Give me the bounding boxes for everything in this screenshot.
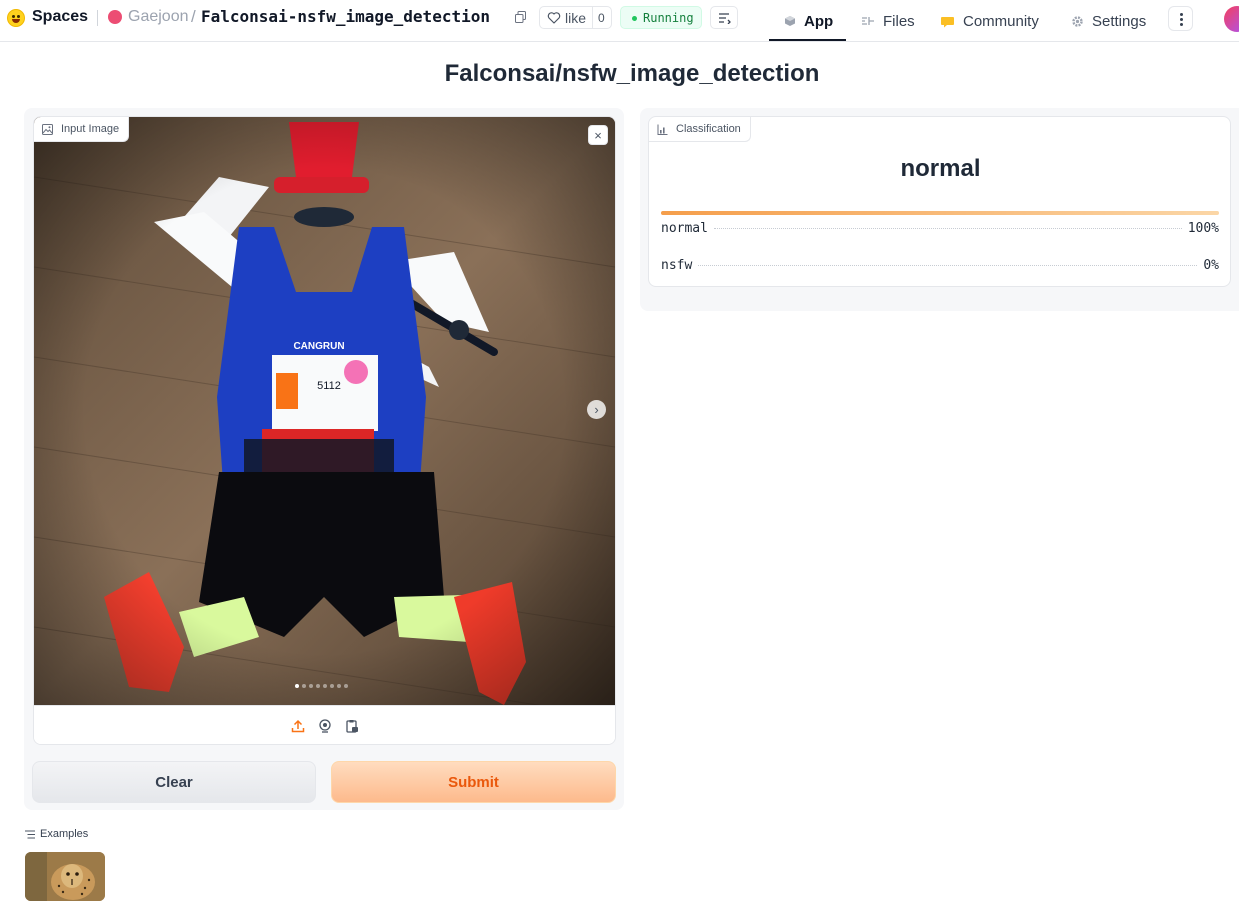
carousel-indicator — [295, 684, 348, 688]
predicted-label: normal — [900, 155, 981, 182]
like-label: like — [565, 10, 587, 26]
active-tab-indicator — [769, 39, 846, 41]
confidence-row-value: 0% — [1203, 258, 1219, 273]
clipboard-icon[interactable] — [344, 718, 359, 733]
carousel-dot[interactable] — [337, 684, 341, 688]
webcam-icon[interactable] — [317, 718, 332, 733]
carousel-dot[interactable] — [295, 684, 299, 688]
examples-label: Examples — [40, 828, 89, 840]
classification-label-text: Classification — [676, 123, 741, 135]
confidence-row-label: normal — [661, 221, 708, 236]
list-icon — [25, 830, 35, 838]
status-badge[interactable]: Running — [620, 6, 702, 29]
carousel-dot[interactable] — [316, 684, 320, 688]
tab-community[interactable]: Community — [940, 0, 1039, 42]
tab-settings-label: Settings — [1092, 12, 1147, 30]
bar-chart-icon — [657, 124, 668, 135]
submit-button[interactable]: Submit — [331, 761, 616, 803]
page-title: Falconsai/nsfw_image_detection — [444, 60, 820, 87]
tab-app[interactable]: App — [784, 0, 833, 42]
brand-divider — [97, 10, 98, 26]
uploaded-image: CANGRUN 5112 — [34, 117, 615, 705]
confidence-bar-fill — [661, 211, 1219, 215]
tab-settings[interactable]: Settings — [1071, 0, 1146, 42]
confidence-row-label: nsfw — [661, 258, 693, 273]
clear-image-button[interactable]: × — [588, 125, 608, 145]
carousel-dot[interactable] — [309, 684, 313, 688]
input-image-label: Input Image — [34, 117, 130, 142]
user-avatar[interactable] — [1224, 6, 1239, 32]
upload-icon[interactable] — [290, 718, 305, 733]
owner-avatar[interactable] — [108, 10, 122, 24]
input-image-label-text: Input Image — [61, 123, 120, 135]
spaces-brand-link[interactable]: Spaces — [32, 8, 88, 26]
like-count[interactable]: 0 — [598, 11, 605, 25]
examples-header: Examples — [25, 828, 88, 840]
copy-icon[interactable] — [515, 11, 526, 23]
confidence-row-value: 100% — [1187, 221, 1219, 236]
input-image-component[interactable]: Input Image × › — [33, 116, 616, 745]
hugging-face-logo-icon[interactable] — [7, 9, 25, 27]
app-cube-icon — [785, 16, 795, 26]
carousel-dot[interactable] — [302, 684, 306, 688]
logs-button[interactable] — [710, 6, 738, 29]
confidence-row[interactable]: normal 100% — [661, 221, 1219, 239]
gear-icon — [1072, 15, 1083, 27]
logs-icon — [719, 13, 731, 24]
classification-label: Classification — [649, 117, 751, 142]
dotted-leader — [698, 265, 1198, 266]
like-button[interactable]: like 0 — [539, 6, 612, 29]
image-source-selector — [34, 705, 615, 744]
tab-files-label: Files — [883, 12, 915, 30]
carousel-dot[interactable] — [330, 684, 334, 688]
tab-files[interactable]: Files — [861, 0, 915, 42]
path-separator: / — [191, 7, 196, 26]
like-divider — [592, 7, 593, 28]
clear-button[interactable]: Clear — [32, 761, 316, 803]
confidence-bar — [661, 211, 1219, 215]
repo-name-link[interactable]: Falconsai-nsfw_image_detection — [201, 7, 490, 26]
confidence-row[interactable]: nsfw 0% — [661, 258, 1219, 276]
top-navigation-bar: Spaces Gaejoon / Falconsai-nsfw_image_de… — [0, 0, 1239, 42]
carousel-dot[interactable] — [344, 684, 348, 688]
image-icon — [42, 123, 53, 135]
more-options-button[interactable] — [1168, 6, 1193, 31]
community-icon — [941, 16, 954, 27]
status-label: Running — [643, 11, 694, 25]
tab-community-label: Community — [963, 12, 1039, 30]
carousel-dot[interactable] — [323, 684, 327, 688]
files-icon — [862, 17, 874, 25]
example-thumbnail-cheetah[interactable] — [25, 852, 105, 901]
classification-output: Classification normal normal 100% nsfw 0… — [648, 116, 1231, 287]
heart-icon — [547, 12, 561, 24]
status-dot-icon — [632, 16, 637, 21]
owner-link[interactable]: Gaejoon — [128, 8, 189, 26]
dotted-leader — [713, 228, 1182, 229]
next-image-button[interactable]: › — [587, 400, 606, 419]
tab-app-label: App — [804, 12, 834, 30]
